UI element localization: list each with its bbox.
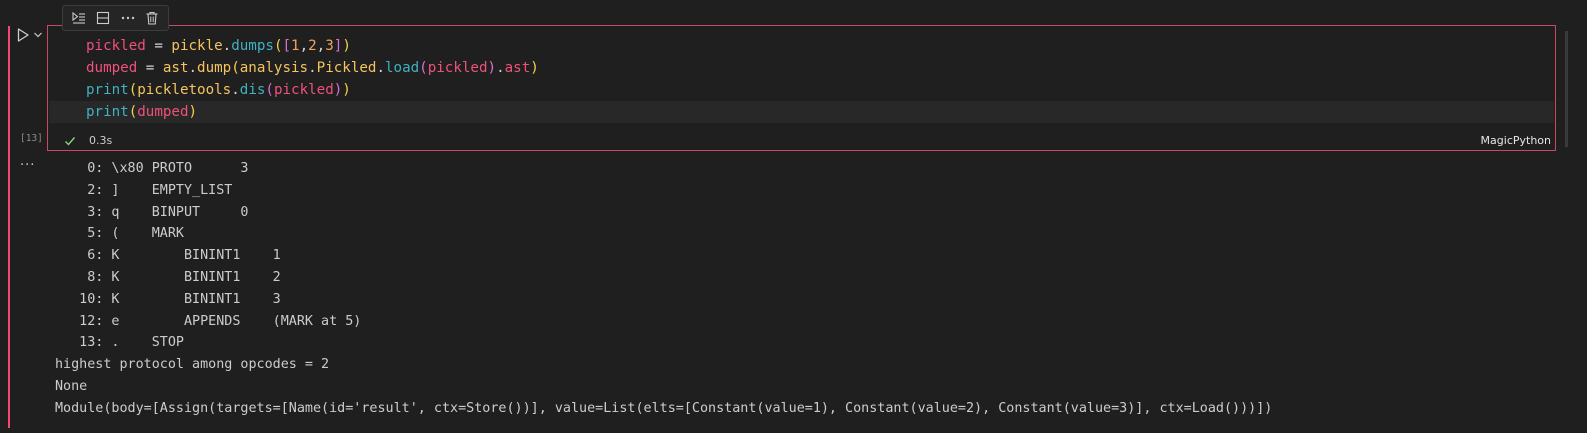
more-actions-button[interactable]	[118, 8, 138, 28]
split-cell-icon	[97, 11, 110, 25]
chevron-down-icon[interactable]	[33, 30, 43, 40]
code-token: =	[137, 60, 163, 76]
output-line: 12: e APPENDS (MARK at 5)	[55, 313, 362, 329]
code-token: dis	[239, 82, 266, 98]
code-token: )	[342, 82, 351, 98]
code-token: .	[308, 60, 317, 76]
code-token: pickled	[427, 60, 488, 76]
code-token: .	[231, 82, 240, 98]
code-token: dumped	[86, 60, 138, 76]
code-token: (	[265, 82, 274, 98]
code-token: ast	[162, 60, 189, 76]
delete-cell-button[interactable]	[142, 8, 162, 28]
code-token: pickled	[86, 38, 146, 54]
output-line: highest protocol among opcodes = 2	[55, 357, 330, 373]
cell-status-bar: 0.3s MagicPython	[48, 131, 1555, 151]
code-line[interactable]: pickled = pickle.dumps([1,2,3])	[49, 35, 1554, 57]
cell-focus-indicator	[8, 26, 10, 428]
output-line: 6: K BININT1 1	[55, 248, 281, 264]
code-token: [	[282, 38, 292, 54]
cell-toolbar	[62, 5, 169, 31]
editor-scrollbar[interactable]	[1565, 31, 1568, 147]
execution-duration: 0.3s	[89, 134, 113, 147]
output-more-actions-icon[interactable]: ···	[20, 158, 35, 173]
code-token: 1	[291, 38, 300, 54]
code-token: (	[419, 60, 428, 76]
code-token: 2	[308, 38, 317, 54]
code-token: .	[188, 60, 198, 76]
output-line: 3: q BINPUT 0	[55, 204, 249, 220]
code-line[interactable]: print(dumped)	[49, 101, 1554, 123]
code-token: )	[342, 38, 351, 54]
code-token: load	[385, 60, 420, 76]
code-token: print	[86, 104, 129, 120]
code-token: ,	[316, 38, 326, 54]
code-token: dumps	[231, 38, 274, 54]
code-token: Pickled	[316, 60, 377, 76]
code-token: pickle	[171, 38, 223, 54]
code-token: .	[222, 38, 232, 54]
output-line: 8: K BININT1 2	[55, 269, 281, 285]
code-token: 3	[325, 38, 334, 54]
run-by-line-icon	[72, 11, 86, 24]
run-by-line-button[interactable]	[69, 8, 89, 28]
delete-icon	[146, 11, 158, 25]
more-actions-icon	[121, 16, 134, 20]
code-token: =	[145, 38, 172, 54]
code-token: )	[530, 60, 539, 76]
language-selector[interactable]: MagicPython	[1481, 134, 1551, 147]
output-line: Module(body=[Assign(targets=[Name(id='re…	[55, 400, 1273, 416]
split-cell-button[interactable]	[93, 8, 113, 28]
run-cell-icon[interactable]	[15, 27, 31, 43]
code-token: pickletools	[137, 82, 232, 98]
output-line: None	[55, 378, 88, 394]
code-token: analysis	[239, 60, 309, 76]
code-token: (	[128, 104, 138, 120]
code-token: (	[128, 82, 138, 98]
check-icon	[65, 137, 76, 146]
code-line[interactable]: dumped = ast.dump(analysis.Pickled.load(…	[49, 57, 1554, 79]
code-token: dump	[197, 60, 232, 76]
execution-count: [13]	[20, 133, 43, 144]
output-line: 5: ( MARK	[55, 226, 184, 242]
output-line: 2: ] EMPTY_LIST	[55, 182, 233, 198]
output-line: 13: . STOP	[55, 335, 184, 351]
code-token: ,	[299, 38, 309, 54]
code-token: .	[376, 60, 385, 76]
output-line: 10: K BININT1 3	[55, 291, 281, 307]
cell-output: 0: \x80 PROTO 3 2: ] EMPTY_LIST 3: q BIN…	[55, 158, 1272, 420]
output-line: 0: \x80 PROTO 3	[55, 161, 249, 176]
code-token: ast	[504, 60, 531, 76]
code-token: print	[86, 82, 129, 98]
code-token: )	[188, 104, 198, 120]
code-token: (	[231, 60, 240, 76]
code-token: dumped	[137, 104, 189, 120]
code-area[interactable]: pickled = pickle.dumps([1,2,3]) dumped = …	[49, 35, 1554, 123]
code-token: )	[487, 60, 497, 76]
code-line[interactable]: print(pickletools.dis(pickled))	[49, 79, 1554, 101]
code-token: .	[496, 60, 505, 76]
code-token: pickled	[273, 82, 334, 98]
code-token: )	[333, 82, 343, 98]
code-editor[interactable]: pickled = pickle.dumps([1,2,3]) dumped = …	[47, 25, 1556, 151]
